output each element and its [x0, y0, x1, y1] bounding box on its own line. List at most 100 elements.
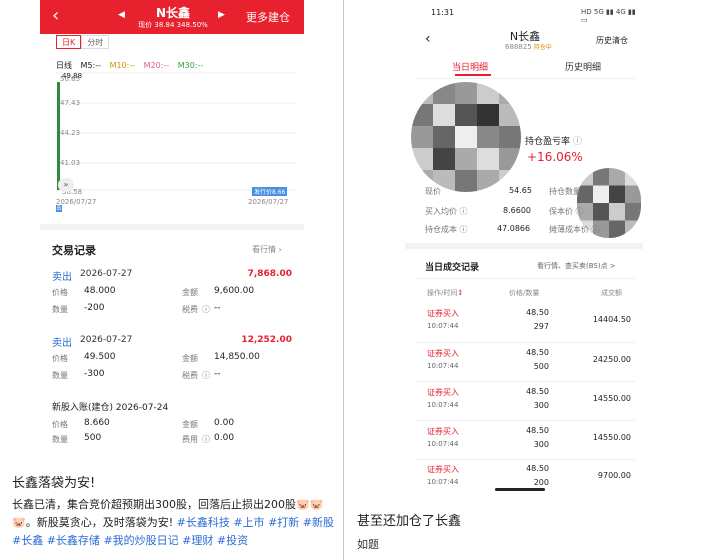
- left-screenshot: ‹ ◀ N长鑫 现价 38.84 348.50% ▶ 更多建仓 日K 分时 日线…: [40, 0, 304, 460]
- hashtag-link[interactable]: #我的炒股日记: [103, 534, 178, 547]
- y-tick: 47.43: [60, 99, 80, 107]
- chart-date-end: 2026/07/27: [248, 198, 289, 206]
- hashtag-link[interactable]: #理财: [182, 534, 213, 547]
- price-value: 49.500: [84, 352, 116, 362]
- status-time: 11:31: [431, 8, 455, 17]
- post-title: 甚至还加仓了长鑫: [357, 514, 462, 529]
- holding-badge: 持仓中: [533, 44, 552, 51]
- trade-record: 卖出 2026-07-27 12,252.00 价格 49.500 金额 14,…: [52, 334, 292, 388]
- info-icon[interactable]: ⓘ: [202, 304, 210, 315]
- deals-title: 当日成交记录: [425, 263, 480, 273]
- ma10: M10:--: [109, 61, 136, 70]
- tax-label: 税费: [182, 371, 198, 380]
- active-tab-indicator: [455, 74, 491, 76]
- ipo-record: 新股入账(建仓) 2026-07-24 价格 8.660 金额 0.00 数量 …: [52, 400, 292, 450]
- buy-flag: B: [56, 205, 63, 212]
- tax-value: --: [214, 369, 221, 379]
- divider: [405, 243, 643, 249]
- more-position-button[interactable]: 更多建仓: [246, 9, 290, 25]
- issue-price-badge: 发行价8.66: [252, 187, 288, 196]
- col-amount: 成交额: [601, 289, 622, 297]
- hashtag-link[interactable]: #新股: [303, 516, 334, 529]
- qty-label: 数量: [52, 435, 68, 444]
- post-body: 如题: [357, 538, 379, 551]
- stat-diluted-cost: 摊薄成本价 ⓘ: [549, 225, 600, 234]
- deals-quote-link[interactable]: 看行情、查买卖(BS)点 >: [537, 261, 616, 271]
- hashtag-link[interactable]: #上市: [233, 516, 264, 529]
- fee-value: 0.00: [214, 433, 235, 443]
- tax-label: 税费: [182, 305, 198, 314]
- next-stock-icon[interactable]: ▶: [218, 10, 225, 20]
- tab-daily-k[interactable]: 日K: [56, 35, 82, 49]
- stock-code: 688825 持仓中: [505, 43, 552, 51]
- stat-avg-buy: 买入均价 ⓘ 8.6600: [425, 206, 531, 216]
- trade-record: 卖出 2026-07-27 7,868.00 价格 48.000 金额 9,60…: [52, 268, 292, 322]
- price-label: 价格: [52, 354, 68, 363]
- sum-value: 9,600.00: [214, 286, 255, 296]
- sum-label: 金额: [182, 354, 198, 363]
- stock-title: N长鑫: [155, 6, 191, 20]
- trade-records-title: 交易记录: [52, 244, 96, 257]
- trade-amount: 12,252.00: [241, 335, 292, 345]
- chevron-left-icon[interactable]: ‹: [425, 31, 431, 47]
- qty-label: 数量: [52, 305, 68, 314]
- ma20: M20:--: [143, 61, 170, 70]
- trade-amount: 7,868.00: [247, 269, 292, 279]
- y-tick: 49.88: [62, 72, 82, 80]
- divider: [415, 278, 635, 279]
- chart-tabs: 日K 分时: [56, 35, 110, 49]
- stat-position-cost: 持仓成本 ⓘ 47.0866: [425, 224, 531, 234]
- history-clear-button[interactable]: 历史清仓: [596, 35, 628, 46]
- col-op-time[interactable]: 操作/时间↕: [427, 288, 463, 298]
- sum-value: 14,850.00: [214, 352, 260, 362]
- expand-chart-icon[interactable]: »: [58, 178, 74, 192]
- qty-value: 500: [84, 433, 102, 443]
- sum-value: 0.00: [214, 418, 235, 428]
- pnl-rate-value: +16.06%: [527, 150, 583, 164]
- divider: [415, 342, 635, 343]
- ma30: M30:--: [177, 61, 204, 70]
- right-post: 11:31 HD 5G ▮▮ 4G ▮▮ ▭ ‹ N长鑫 688825 持仓中 历…: [345, 0, 714, 560]
- price-value: 48.000: [84, 286, 116, 296]
- qty-value: -300: [84, 369, 105, 379]
- tab-intraday[interactable]: 分时: [81, 35, 110, 49]
- trade-type: 卖出: [52, 338, 72, 349]
- y-tick: 41.03: [60, 159, 80, 167]
- post-title: 长鑫落袋为安!: [12, 476, 96, 491]
- view-quote-link[interactable]: 看行情 ›: [252, 244, 282, 255]
- post-text: 长鑫已清，集合竞价超预期出300股，回落后止损出200股: [12, 498, 296, 511]
- tab-history-detail[interactable]: 历史明细: [565, 60, 601, 73]
- hashtag-link[interactable]: #投资: [217, 534, 248, 547]
- stock-price-subtitle: 现价 38.84 348.50%: [138, 21, 208, 29]
- y-tick: 44.23: [60, 129, 80, 137]
- tab-today-detail[interactable]: 当日明细: [452, 60, 488, 73]
- chevron-left-icon[interactable]: ‹: [52, 6, 59, 26]
- info-icon[interactable]: ⓘ: [202, 434, 210, 445]
- ma-label: 日线: [56, 61, 72, 70]
- price-value: 8.660: [84, 418, 110, 428]
- trade-date: 2026-07-27: [80, 335, 133, 345]
- ipo-title: 新股入账(建仓) 2026-07-24: [52, 403, 169, 413]
- home-indicator[interactable]: [495, 488, 545, 491]
- stat-breakeven: 保本价 ⓘ: [549, 207, 584, 216]
- col-price-qty: 价格/数量: [509, 289, 540, 297]
- price-label: 价格: [52, 420, 68, 429]
- price-label: 价格: [52, 288, 68, 297]
- qty-label: 数量: [52, 371, 68, 380]
- stat-position-qty: 持仓数量: [549, 187, 581, 196]
- prev-stock-icon[interactable]: ◀: [118, 10, 125, 20]
- divider: [40, 224, 304, 230]
- right-screenshot: 11:31 HD 5G ▮▮ 4G ▮▮ ▭ ‹ N长鑫 688825 持仓中 历…: [405, 0, 643, 492]
- trade-date: 2026-07-27: [80, 269, 133, 279]
- trade-type: 卖出: [52, 272, 72, 283]
- hashtag-link[interactable]: #长鑫: [12, 534, 43, 547]
- divider: [415, 381, 635, 382]
- hashtag-link[interactable]: #长鑫存储: [47, 534, 100, 547]
- info-icon[interactable]: ⓘ: [202, 370, 210, 381]
- ma5: M5:--: [80, 61, 102, 70]
- divider: [415, 459, 635, 460]
- hashtag-link[interactable]: #打新: [268, 516, 299, 529]
- pnl-rate-label: 持仓盈亏率 ⓘ: [525, 137, 582, 147]
- hashtag-link[interactable]: #长鑫科技: [177, 516, 230, 529]
- tax-value: --: [214, 303, 221, 313]
